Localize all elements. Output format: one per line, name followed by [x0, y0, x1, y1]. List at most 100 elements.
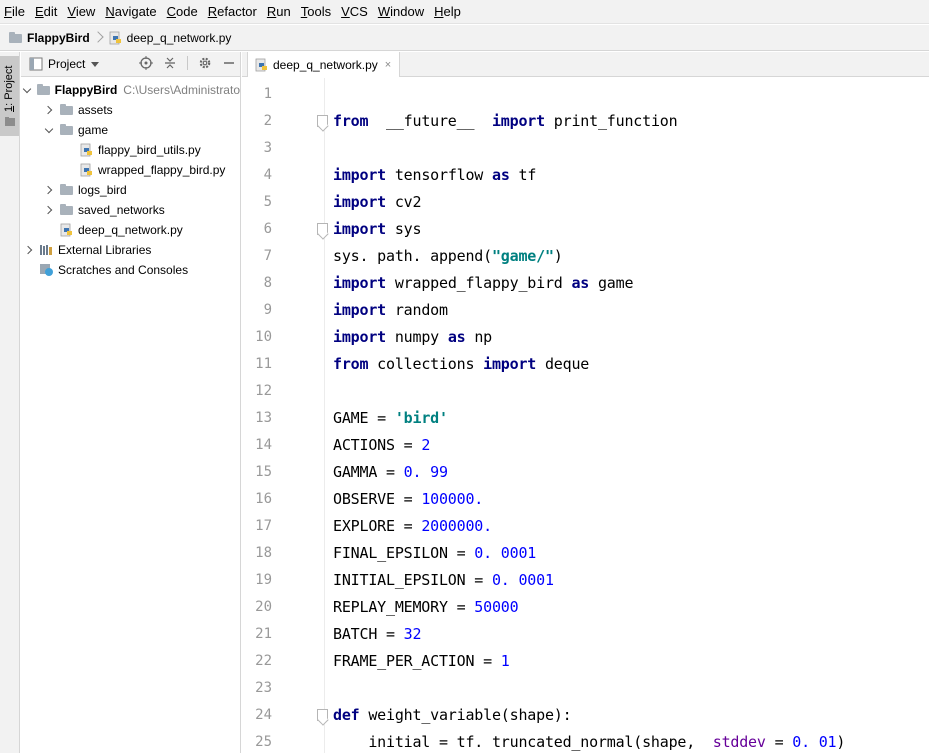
menu-file[interactable]: File	[0, 0, 30, 24]
code-token: wrapped_flappy_bird	[386, 274, 572, 292]
line-number: 16	[255, 491, 272, 507]
menu-navigate[interactable]: Navigate	[100, 0, 161, 24]
line-number: 5	[263, 194, 272, 210]
code-line: import cv2	[333, 189, 422, 216]
gear-icon[interactable]	[198, 56, 212, 70]
line-number: 11	[255, 356, 272, 372]
menu-view[interactable]: View	[62, 0, 100, 24]
editor: deep_q_network.py × 1 2 3 4 5 6 7 8 9 10 11 12 13 14 1…	[242, 52, 929, 753]
line-number: 7	[263, 248, 272, 264]
code-token-kw: from	[333, 355, 369, 373]
menu-vcs[interactable]: VCS	[336, 0, 373, 24]
collapse-all-icon[interactable]	[163, 56, 177, 70]
code-line: FINAL_EPSILON = 0. 0001	[333, 540, 536, 567]
code-token: sys	[386, 220, 422, 238]
code-line: from __future__ import print_function	[333, 108, 678, 135]
tree-item-wrapped-flappy-bird-py[interactable]: wrapped_flappy_bird.py	[21, 160, 240, 180]
menu-run[interactable]: Run	[262, 0, 296, 24]
line-number: 10	[255, 329, 272, 345]
project-window-icon	[5, 117, 15, 126]
code-token: print_function	[544, 112, 678, 130]
menu-edit[interactable]: Edit	[30, 0, 62, 24]
line-number: 25	[255, 734, 272, 750]
menu-help[interactable]: Help	[429, 0, 466, 24]
code-line: initial = tf. truncated_normal(shape, st…	[333, 729, 845, 753]
project-panel-header: Project	[21, 52, 240, 77]
tree-item-assets[interactable]: assets	[21, 100, 240, 120]
hide-panel-icon[interactable]	[222, 56, 236, 70]
code-line: REPLAY_MEMORY = 50000	[333, 594, 519, 621]
code-token-kw: import	[333, 328, 386, 346]
code-token-num: 2	[421, 436, 431, 454]
code-token-kw: from	[333, 112, 369, 130]
code-line: INITIAL_EPSILON = 0. 0001	[333, 567, 554, 594]
chevron-down-icon[interactable]	[23, 84, 32, 96]
header-divider	[187, 56, 188, 70]
menu-code[interactable]: Code	[162, 0, 203, 24]
tree-item-label: assets	[78, 103, 113, 117]
code-line: import tensorflow as tf	[333, 162, 536, 189]
project-tool-window-tab[interactable]: 1: Project	[0, 56, 19, 136]
tree-item-flappy-bird-utils-py[interactable]: flappy_bird_utils.py	[21, 140, 240, 160]
chevron-down-icon[interactable]	[91, 61, 100, 67]
folder-icon	[36, 83, 52, 97]
tree-item-game[interactable]: game	[21, 120, 240, 140]
code-line: import wrapped_flappy_bird as game	[333, 270, 633, 297]
code-token-kw: import	[333, 166, 386, 184]
tree-item-label: Scratches and Consoles	[58, 263, 189, 277]
code-token-num: 0. 99	[403, 463, 448, 481]
python-file-icon	[108, 31, 124, 45]
menu-tools[interactable]: Tools	[296, 0, 336, 24]
code-token: REPLAY_MEMORY =	[333, 598, 475, 616]
tree-item-logs-bird[interactable]: logs_bird	[21, 180, 240, 200]
locate-file-icon[interactable]	[139, 56, 153, 70]
code-token: game	[589, 274, 634, 292]
tree-item-flappybird[interactable]: FlappyBird C:\Users\Administrato	[21, 80, 240, 100]
code-token: initial = tf. truncated_normal(shape,	[333, 733, 713, 751]
chevron-right-icon[interactable]	[43, 204, 55, 216]
code-token: ACTIONS =	[333, 436, 422, 454]
menu-window[interactable]: Window	[373, 0, 429, 24]
code-token-kw: def	[333, 706, 360, 724]
code-token-kw: import	[333, 274, 386, 292]
close-icon[interactable]: ×	[385, 59, 391, 71]
folder-icon	[59, 203, 75, 217]
breadcrumb-file[interactable]: deep_q_network.py	[108, 25, 231, 51]
tree-item-external-libraries[interactable]: External Libraries	[21, 240, 240, 260]
project-view-selector[interactable]: Project	[48, 57, 85, 71]
folder-icon	[59, 103, 75, 117]
code-line: ACTIONS = 2	[333, 432, 430, 459]
chevron-down-icon[interactable]	[43, 124, 55, 136]
tree-item-deep-q-network-py[interactable]: deep_q_network.py	[21, 220, 240, 240]
line-number: 13	[255, 410, 272, 426]
folder-icon	[59, 123, 75, 137]
chevron-right-icon[interactable]	[43, 104, 55, 116]
line-number-gutter: 1 2 3 4 5 6 7 8 9 10 11 12 13 14 15 16 17 18 19 20 21 22 23 24 2…	[242, 78, 328, 753]
code-token-kw: as	[491, 166, 510, 184]
line-number: 20	[255, 599, 272, 615]
line-number: 4	[263, 167, 272, 183]
tree-item-saved-networks[interactable]: saved_networks	[21, 200, 240, 220]
tree-item-label: game	[78, 123, 109, 137]
code-token: FRAME_PER_ACTION =	[333, 652, 501, 670]
code-token: numpy	[386, 328, 448, 346]
tree-item-label: External Libraries	[58, 243, 152, 257]
menu-bar: File Edit View Navigate Code Refactor Run Tools…	[0, 0, 929, 24]
code-token-str: 'bird'	[394, 409, 448, 427]
breadcrumb-project[interactable]: FlappyBird	[8, 25, 90, 51]
project-path-hint: C:\Users\Administrato	[123, 83, 240, 97]
menu-refactor[interactable]: Refactor	[203, 0, 262, 24]
code-token-num: 2000000.	[421, 517, 492, 535]
python-file-icon	[254, 58, 270, 72]
code-token: BATCH =	[333, 625, 404, 643]
code-token-num: 32	[403, 625, 422, 643]
chevron-right-icon[interactable]	[23, 244, 35, 256]
project-panel: Project FlappyBird C:\Users\Administrato a…	[21, 52, 241, 753]
code-token-kwarg: stddev	[712, 733, 766, 751]
code-area[interactable]: from __future__ import print_functionimp…	[326, 78, 929, 753]
line-number: 19	[255, 572, 272, 588]
code-token: __future__	[368, 112, 492, 130]
chevron-right-icon[interactable]	[43, 184, 55, 196]
tree-item-scratches-and-consoles[interactable]: Scratches and Consoles	[21, 260, 240, 280]
tab-deep-q-network[interactable]: deep_q_network.py ×	[247, 52, 401, 77]
